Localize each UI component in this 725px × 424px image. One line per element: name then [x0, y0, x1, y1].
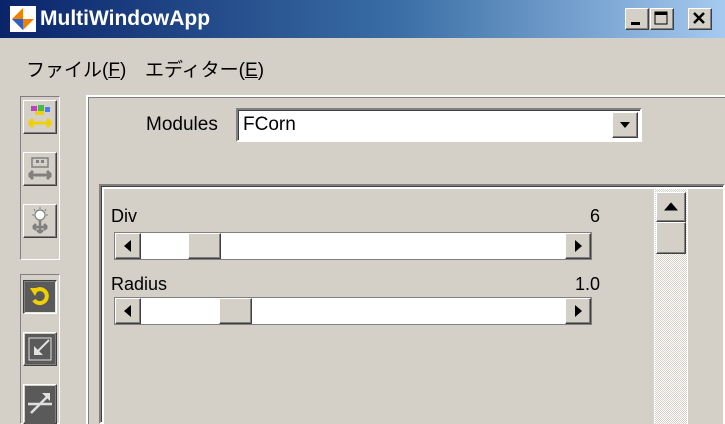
- param-div-label: Div: [111, 206, 137, 226]
- modules-dropdown[interactable]: [236, 108, 642, 142]
- param-div-slider[interactable]: [114, 232, 592, 260]
- light-move-button[interactable]: [23, 204, 57, 238]
- expand-icon: [25, 386, 55, 424]
- arrow-left-icon: [124, 305, 131, 317]
- modules-label: Modules: [146, 114, 218, 135]
- arrow-left-icon: [124, 240, 131, 252]
- menu-editor-accesskey: E: [245, 60, 258, 81]
- maximize-button[interactable]: [650, 8, 674, 30]
- param-radius-right-arrow[interactable]: [565, 298, 591, 324]
- shrink-icon: [25, 334, 55, 364]
- menu-editor-label: エディター(: [145, 60, 245, 81]
- window-title: MultiWindowApp: [40, 7, 211, 30]
- menu-file-label: ファイル(: [26, 60, 109, 81]
- module-move-gray-button[interactable]: [23, 152, 57, 186]
- light-move-icon: [32, 207, 48, 234]
- right-edge-panel: [688, 189, 723, 424]
- menu-editor[interactable]: エディター(E): [145, 56, 264, 86]
- minimize-button[interactable]: [625, 8, 649, 30]
- param-div-slider-thumb[interactable]: [188, 233, 221, 259]
- close-button[interactable]: [688, 8, 712, 30]
- module-move-colored-button[interactable]: [23, 100, 57, 134]
- modules-dropdown-button[interactable]: [612, 112, 638, 138]
- module-move-colored-icon: [27, 105, 53, 129]
- param-radius-value: 1.0: [574, 274, 600, 294]
- arrow-up-icon: [664, 202, 678, 211]
- menu-file-label-close: ): [119, 60, 127, 81]
- menu-editor-label-close: ): [257, 60, 265, 81]
- param-radius-left-arrow[interactable]: [115, 298, 141, 324]
- arrow-right-icon: [575, 305, 582, 317]
- module-move-gray-icon: [27, 157, 53, 181]
- param-radius-slider-thumb[interactable]: [219, 298, 252, 324]
- param-div-left-arrow[interactable]: [115, 233, 141, 259]
- menu-file[interactable]: ファイル(F): [26, 56, 126, 86]
- arrow-right-icon: [575, 240, 582, 252]
- menu-file-accesskey: F: [108, 60, 120, 81]
- app-logo-icon: [10, 6, 36, 32]
- vertical-scroll-thumb[interactable]: [656, 222, 686, 254]
- param-radius-label: Radius: [111, 274, 168, 294]
- shrink-button[interactable]: [23, 332, 57, 366]
- close-icon: [693, 12, 705, 24]
- param-div-right-arrow[interactable]: [565, 233, 591, 259]
- scroll-up-button[interactable]: [656, 192, 686, 222]
- menu-bar: ファイル(F) エディター(E): [0, 56, 725, 86]
- rotate-button[interactable]: [23, 280, 57, 314]
- maximize-icon: [654, 11, 668, 25]
- rotate-icon: [25, 282, 55, 312]
- param-radius-slider[interactable]: [114, 297, 592, 325]
- expand-button[interactable]: [23, 384, 57, 424]
- minimize-icon: [631, 22, 640, 25]
- param-div-value: 6: [589, 206, 600, 226]
- modules-selected-value: FCorn: [243, 114, 296, 135]
- chevron-down-icon: [620, 122, 630, 128]
